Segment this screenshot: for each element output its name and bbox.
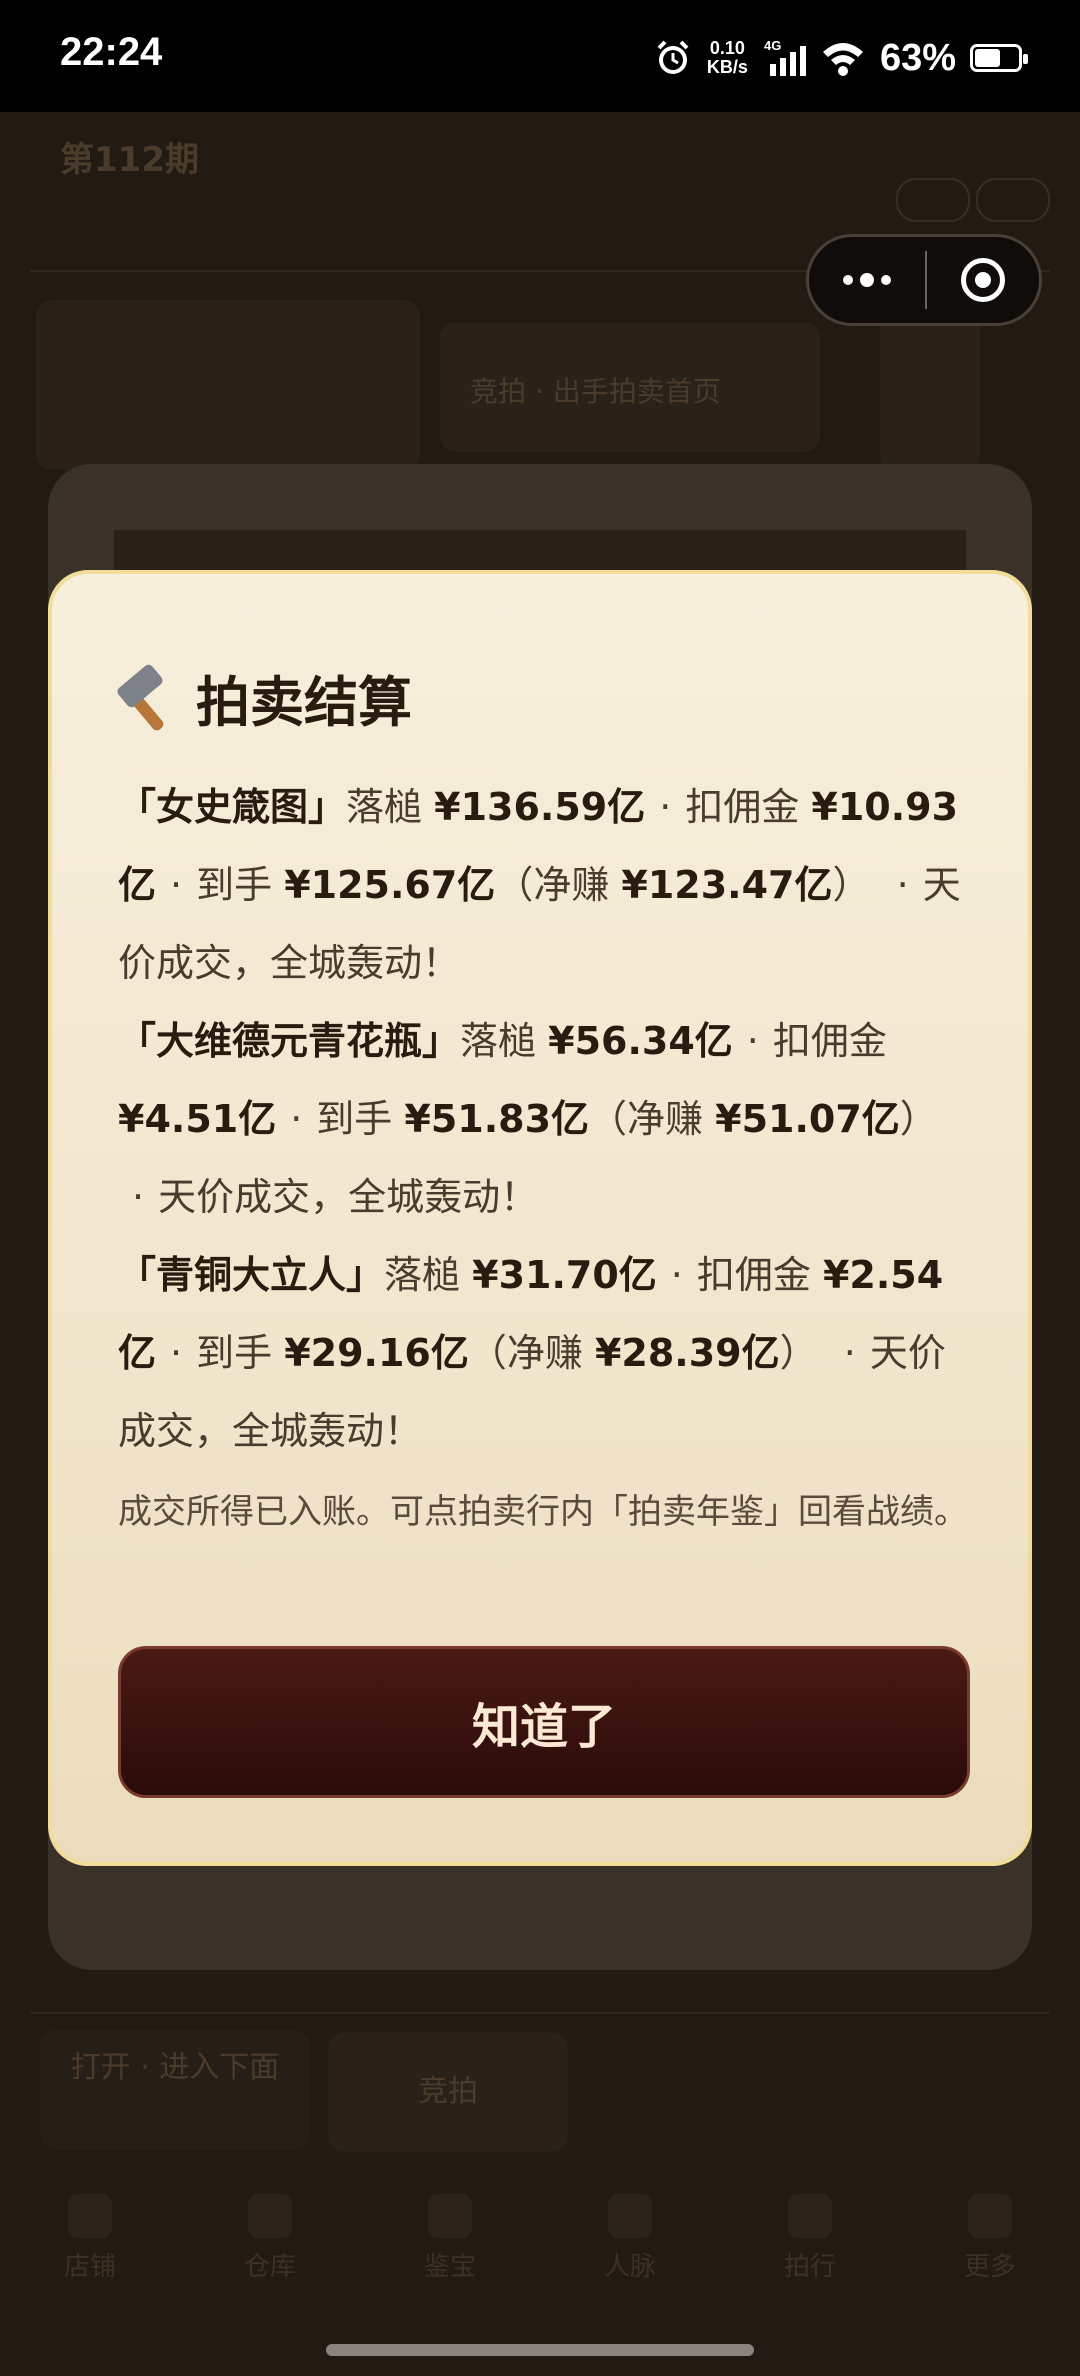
bg-tab-shop: 店铺 — [30, 2172, 150, 2302]
battery-fill — [975, 49, 1000, 67]
bg-issue-title: 第112期 — [60, 140, 199, 180]
status-bar: 22:24 0.10 KB/s 4G 63% — [0, 0, 1080, 112]
net-speed: 0.10 KB/s — [707, 39, 748, 77]
net-close: ） — [899, 1097, 938, 1141]
status-icons: 0.10 KB/s 4G 63% — [653, 34, 1028, 82]
results-list: 「女史箴图」落槌 ¥136.59亿 · 扣佣金 ¥10.93亿 · 到手 ¥125.67… — [118, 768, 978, 1470]
bg-tab-icon — [608, 2194, 652, 2238]
received-value: ¥125.67亿 — [284, 863, 496, 907]
net-speed-unit: KB/s — [706, 57, 748, 77]
bg-card — [880, 312, 980, 472]
net-close: ） — [779, 1331, 818, 1375]
hammer-label: 落槌 — [384, 1253, 461, 1297]
battery-icon — [970, 44, 1028, 72]
confirm-button[interactable]: 知道了 — [118, 1646, 970, 1798]
received-label: 到手 — [196, 1331, 273, 1375]
net-label: （净赚 — [589, 1097, 704, 1141]
separator: · — [132, 1175, 145, 1219]
net-value: ¥123.47亿 — [621, 863, 833, 907]
result-item: 「大维德元青花瓶」落槌 ¥56.34亿 · 扣佣金 ¥4.51亿 · 到手 ¥51.83… — [118, 1002, 978, 1236]
bg-tab-icon — [428, 2194, 472, 2238]
bg-tab-icon — [788, 2194, 832, 2238]
bg-tab-contacts: 人脉 — [570, 2172, 690, 2302]
bg-bottom-left-button: 打开 · 进入下面 — [40, 2030, 310, 2150]
net-value: ¥28.39亿 — [594, 1331, 780, 1375]
item-name: 「青铜大立人」 — [118, 1253, 385, 1297]
commission-label: 扣佣金 — [685, 785, 800, 829]
network-type: 4G — [764, 38, 781, 53]
confirm-button-label: 知道了 — [471, 1699, 616, 1755]
received-value: ¥29.16亿 — [284, 1331, 469, 1375]
separator: · — [746, 1019, 759, 1063]
bg-tab-more: 更多 — [930, 2172, 1050, 2302]
net-label: （净赚 — [495, 863, 610, 907]
commission-value: ¥4.51亿 — [118, 1097, 277, 1141]
separator: · — [659, 785, 672, 829]
remark: 天价成交，全城轰动！ — [158, 1175, 539, 1219]
net-label: （净赚 — [468, 1331, 583, 1375]
item-name: 「女史箴图」 — [118, 785, 347, 829]
bg-tab-label: 店铺 — [63, 2252, 116, 2282]
bg-tab-label: 鉴宝 — [423, 2252, 476, 2282]
result-item: 「青铜大立人」落槌 ¥31.70亿 · 扣佣金 ¥2.54亿 · 到手 ¥29.16亿（… — [118, 1236, 978, 1470]
received-label: 到手 — [316, 1097, 393, 1141]
dialog-header: 拍卖结算 — [114, 658, 412, 737]
item-name: 「大维德元青花瓶」 — [118, 1019, 461, 1063]
hammer-price: ¥136.59亿 — [434, 785, 646, 829]
dot — [860, 273, 874, 287]
dialog-title: 拍卖结算 — [196, 671, 412, 734]
separator: · — [290, 1097, 303, 1141]
net-value: ¥51.07亿 — [715, 1097, 900, 1141]
result-item: 「女史箴图」落槌 ¥136.59亿 · 扣佣金 ¥10.93亿 · 到手 ¥125.67… — [118, 768, 978, 1002]
bg-tab-label: 拍行 — [783, 2252, 836, 2282]
hammer-label: 落槌 — [460, 1019, 537, 1063]
bg-tab-bar: 店铺 仓库 鉴宝 人脉 拍行 更多 — [0, 2172, 1080, 2302]
bg-tab-label: 更多 — [963, 2252, 1016, 2282]
status-time: 22:24 — [60, 30, 163, 74]
commission-label: 扣佣金 — [772, 1019, 887, 1063]
hammer-label: 落槌 — [346, 785, 423, 829]
separator: · — [670, 1253, 683, 1297]
wifi-icon — [822, 43, 863, 76]
more-dots-icon[interactable] — [809, 237, 925, 323]
bg-tab-warehouse: 仓库 — [210, 2172, 330, 2302]
net-close: ） — [832, 863, 871, 907]
bg-pill-button — [976, 178, 1050, 222]
separator: · — [170, 863, 183, 907]
received-label: 到手 — [196, 863, 273, 907]
bg-pill-button — [896, 178, 970, 222]
received-value: ¥51.83亿 — [404, 1097, 590, 1141]
dot — [843, 275, 853, 285]
miniprogram-capsule — [806, 234, 1042, 326]
hammer-icon — [114, 662, 178, 732]
home-indicator[interactable] — [326, 2344, 754, 2356]
bg-card-label: 竞拍 · 出手拍卖首页 — [470, 375, 721, 408]
alarm-icon — [657, 40, 689, 74]
bg-tab-icon — [968, 2194, 1012, 2238]
bg-tab-icon — [248, 2194, 292, 2238]
auction-settlement-dialog: 拍卖结算 「女史箴图」落槌 ¥136.59亿 · 扣佣金 ¥10.93亿 · 到手 ¥1… — [48, 570, 1032, 1866]
commission-label: 扣佣金 — [696, 1253, 811, 1297]
bg-tab-icon — [68, 2194, 112, 2238]
bg-card: 竞拍 · 出手拍卖首页 — [440, 322, 820, 452]
target-close-icon[interactable] — [927, 237, 1039, 323]
signal-icon: 4G — [764, 38, 806, 76]
battery-percent: 63% — [879, 36, 956, 79]
separator: · — [843, 1331, 856, 1375]
separator: · — [896, 863, 909, 907]
bg-bottom-mid-button: 竞拍 — [328, 2032, 568, 2152]
net-speed-value: 0.10 — [709, 38, 745, 58]
close-ring — [961, 258, 1005, 302]
settlement-note: 成交所得已入账。可点拍卖行内「拍卖年鉴」回看战绩。 — [118, 1492, 968, 1532]
hammer-price: ¥56.34亿 — [548, 1019, 733, 1063]
bg-tab-auction: 拍行 — [750, 2172, 870, 2302]
separator: · — [170, 1331, 183, 1375]
dot — [881, 275, 891, 285]
hammer-price: ¥31.70亿 — [472, 1253, 657, 1297]
bg-card — [36, 300, 420, 470]
bg-tab-label: 人脉 — [603, 2252, 656, 2282]
bg-tab-label: 仓库 — [243, 2252, 296, 2282]
bg-tab-appraise: 鉴宝 — [390, 2172, 510, 2302]
